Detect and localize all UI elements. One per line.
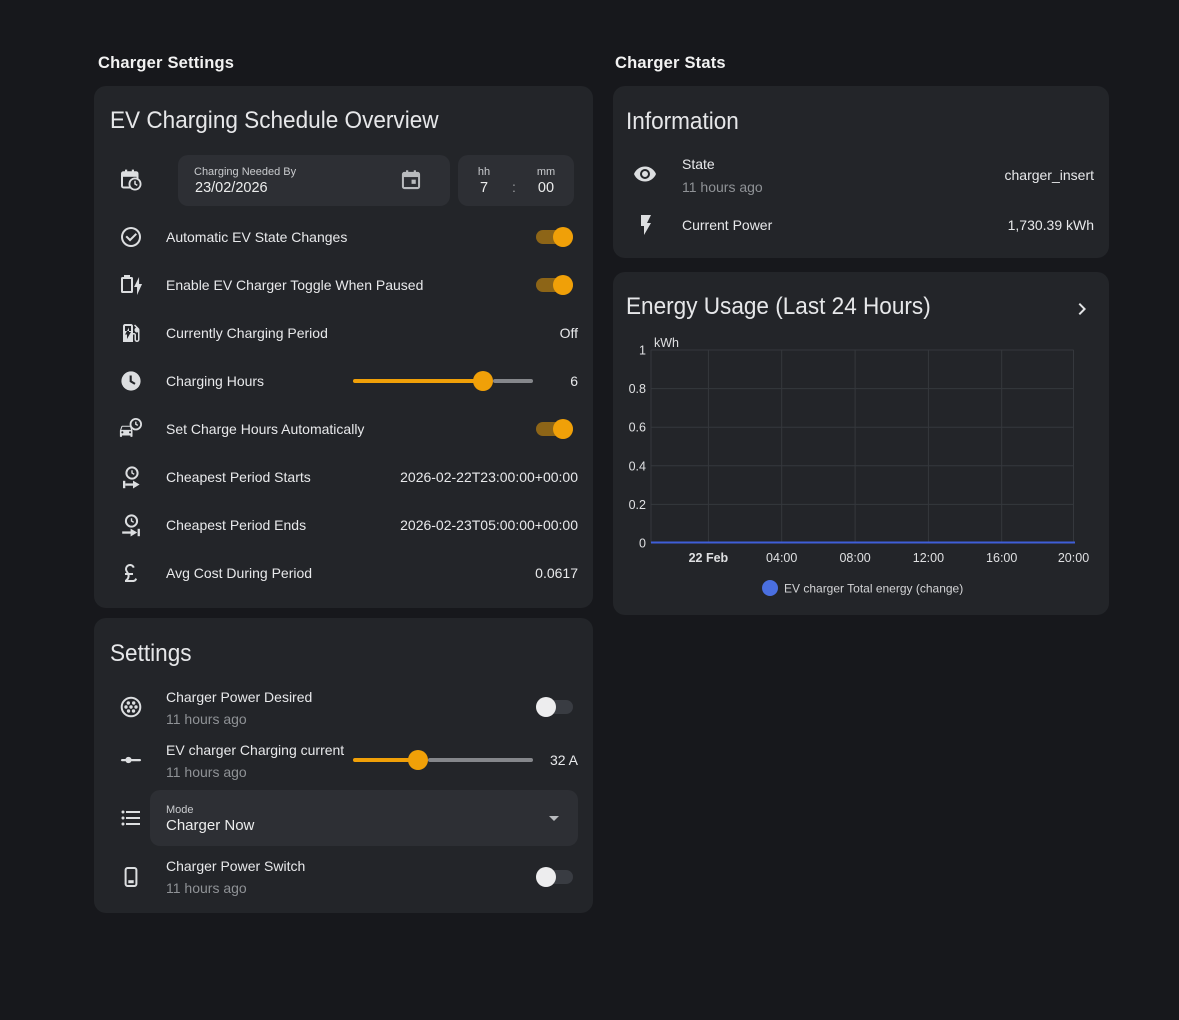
svg-text:1: 1 [639,344,646,358]
svg-text:04:00: 04:00 [766,551,797,565]
svg-text:12:00: 12:00 [913,551,944,565]
svg-text:22 Feb: 22 Feb [689,551,729,565]
svg-text:16:00: 16:00 [986,551,1017,565]
svg-text:0.4: 0.4 [629,459,646,473]
svg-text:0.6: 0.6 [629,421,646,435]
svg-text:EV charger Total energy (chang: EV charger Total energy (change) [784,582,963,596]
svg-text:0.8: 0.8 [629,382,646,396]
svg-text:0.2: 0.2 [629,498,646,512]
svg-text:08:00: 08:00 [839,551,870,565]
svg-text:kWh: kWh [654,336,679,350]
svg-text:0: 0 [639,537,646,551]
svg-text:20:00: 20:00 [1058,551,1089,565]
